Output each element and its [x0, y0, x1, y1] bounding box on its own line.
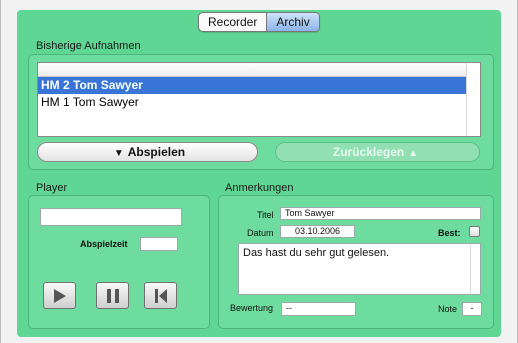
- triangle-down-icon: ▼: [113, 148, 124, 159]
- best-checkbox[interactable]: [469, 226, 480, 237]
- note-field[interactable]: -: [462, 302, 482, 316]
- note-label: Note: [438, 304, 458, 314]
- bewertung-field[interactable]: --: [281, 302, 356, 316]
- window: Recorder Archiv Bisherige Aufnahmen HM 2…: [0, 0, 518, 343]
- pause-button[interactable]: [96, 282, 129, 309]
- recordings-list[interactable]: HM 2 Tom Sawyer HM 1 Tom Sawyer: [37, 62, 481, 137]
- notes-title: Anmerkungen: [225, 182, 294, 194]
- playtime-label: Abspielzeit: [80, 239, 128, 249]
- put-back-label: Zurücklegen: [332, 145, 405, 159]
- list-scroll-area: [466, 63, 480, 136]
- list-item[interactable]: HM 1 Tom Sawyer: [38, 94, 480, 111]
- titel-label: Titel: [257, 210, 274, 220]
- recordings-title: Bisherige Aufnahmen: [36, 40, 141, 52]
- titel-field[interactable]: Tom Sawyer: [280, 207, 481, 220]
- comment-textarea[interactable]: Das hast du sehr gut gelesen.: [238, 243, 481, 295]
- best-label: Best:: [438, 228, 461, 238]
- rewind-to-start-button[interactable]: [144, 282, 177, 309]
- playtime-field: [140, 237, 178, 251]
- play-icon: [53, 288, 66, 303]
- pause-icon: [106, 288, 119, 303]
- comment-scroll-area: [470, 244, 480, 294]
- skip-back-icon: [154, 288, 167, 303]
- recording-name-field: [40, 208, 182, 226]
- datum-field[interactable]: 03.10.2006: [280, 225, 355, 238]
- tab-archiv[interactable]: Archiv: [266, 13, 319, 31]
- tab-recorder[interactable]: Recorder: [199, 13, 266, 31]
- play-button[interactable]: [43, 282, 76, 309]
- view-switcher: Recorder Archiv: [198, 12, 320, 32]
- put-back-button[interactable]: Zurücklegen ▲: [275, 142, 480, 162]
- player-title: Player: [36, 182, 68, 194]
- play-recording-button[interactable]: ▼ Abspielen: [37, 142, 258, 162]
- triangle-up-icon: ▲: [408, 148, 419, 159]
- bewertung-label: Bewertung: [230, 303, 274, 313]
- comment-text: Das hast du sehr gut gelesen.: [243, 247, 390, 259]
- datum-label: Datum: [247, 228, 274, 238]
- list-header: [38, 63, 480, 77]
- play-recording-label: Abspielen: [127, 145, 186, 159]
- list-item[interactable]: HM 2 Tom Sawyer: [38, 77, 480, 94]
